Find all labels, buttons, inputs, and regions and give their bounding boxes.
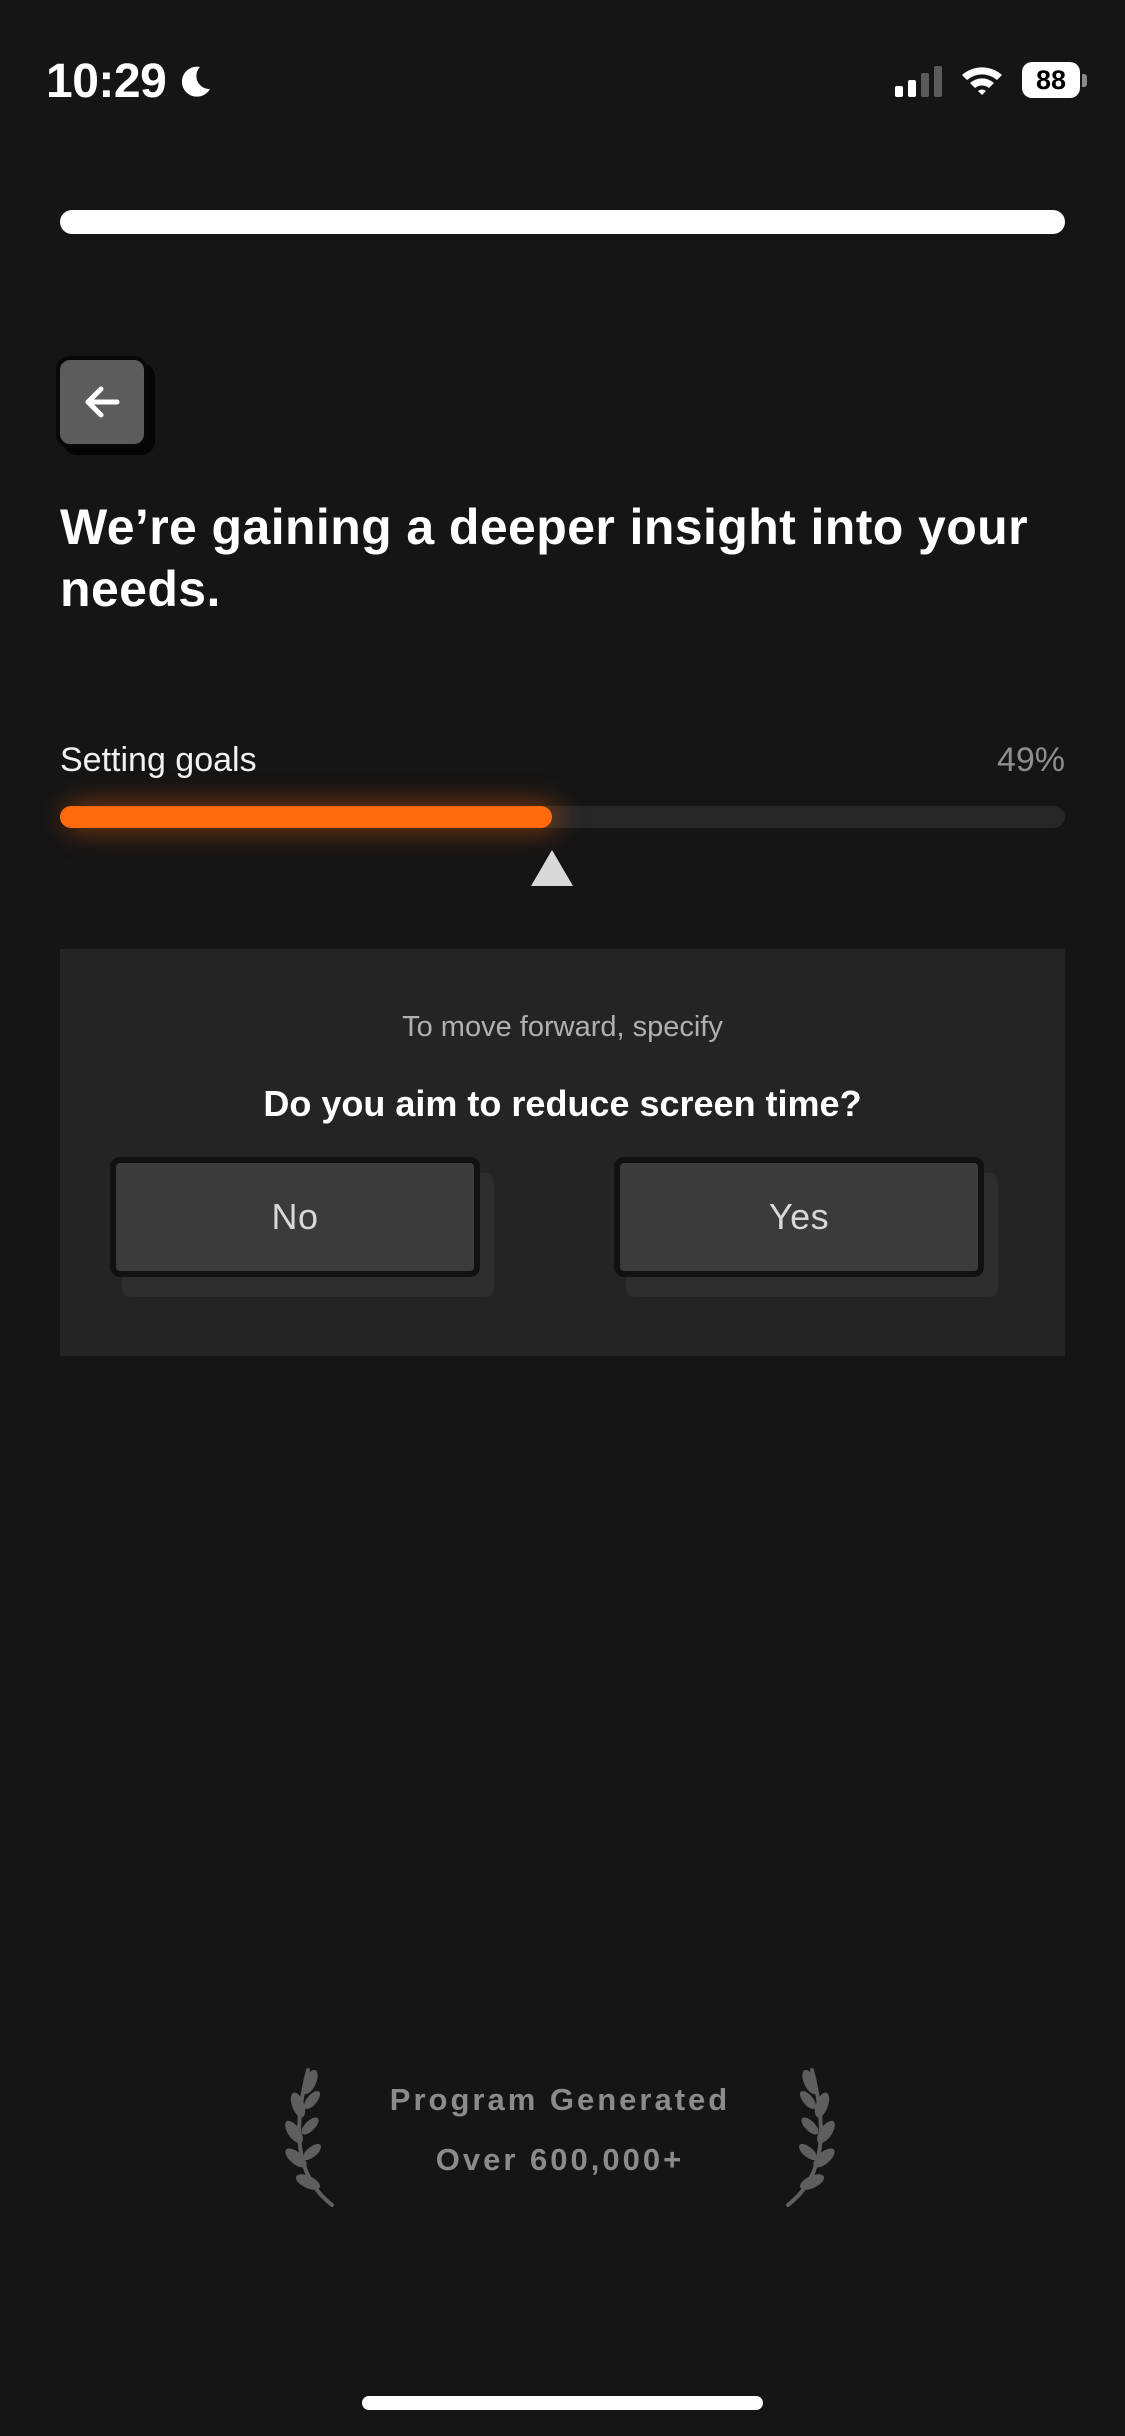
page-title: We’re gaining a deeper insight into your… — [60, 499, 1028, 617]
question-hint: To move forward, specify — [402, 1011, 723, 1043]
award-line-1: Program Generated — [389, 2082, 731, 2117]
clock-text: 10:29 — [46, 55, 167, 108]
status-bar-time: 10:29 — [46, 52, 214, 112]
battery-level: 88 — [1022, 62, 1080, 98]
analysis-progress-fill — [60, 806, 553, 828]
progress-label: Setting goals — [60, 741, 257, 779]
status-bar-indicators: 88 — [895, 62, 1087, 98]
home-indicator[interactable] — [362, 2396, 763, 2410]
yes-button[interactable]: Yes — [614, 1157, 984, 1277]
answer-yes-option: Yes — [614, 1157, 998, 1297]
question-text: Do you aim to reduce screen time? — [263, 1083, 862, 1124]
battery-icon: 88 — [1022, 62, 1087, 98]
analysis-progress-track — [60, 806, 1065, 828]
arrow-left-icon — [85, 386, 120, 418]
progress-marker-icon — [531, 850, 574, 886]
laurel-wreath-icon — [786, 2068, 835, 2207]
back-button[interactable] — [56, 356, 148, 448]
onboarding-progress-bar — [60, 210, 1065, 234]
award-badge: Program Generated Over 600,000+ — [280, 2060, 840, 2220]
cellular-signal-icon — [895, 63, 942, 97]
answer-no-option: No — [110, 1157, 494, 1297]
question-card: To move forward, specify Do you aim to r… — [60, 949, 1065, 1356]
wifi-icon — [962, 67, 1002, 95]
award-line-2: Over 600,000+ — [435, 2142, 685, 2177]
progress-percent: 49% — [996, 741, 1065, 779]
moon-icon — [182, 66, 211, 97]
no-button[interactable]: No — [110, 1157, 480, 1277]
